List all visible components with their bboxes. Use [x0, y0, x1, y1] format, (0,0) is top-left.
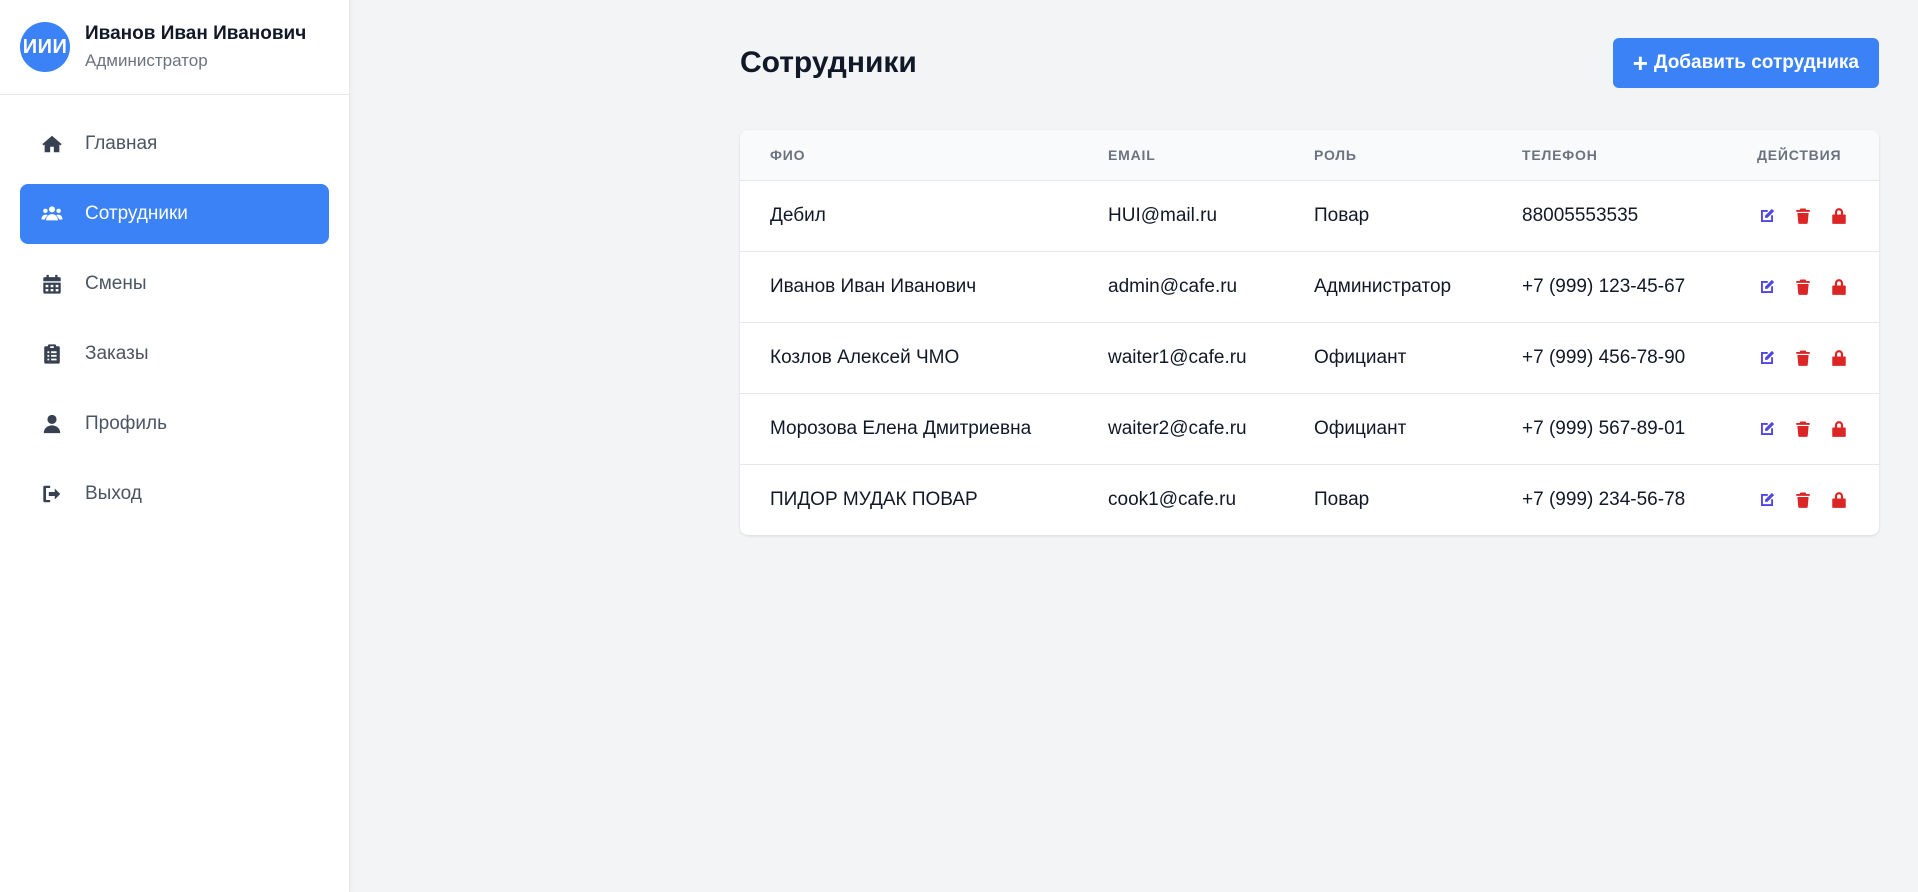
sidebar-item-orders[interactable]: Заказы	[20, 324, 329, 384]
table-row: Козлов Алексей ЧМО waiter1@cafe.ru Офици…	[740, 322, 1879, 394]
cell-email: waiter2@cafe.ru	[1078, 393, 1284, 465]
trash-icon[interactable]	[1793, 206, 1813, 226]
lock-icon[interactable]	[1829, 348, 1849, 368]
calendar-icon	[40, 272, 64, 296]
column-header-actions: ДЕЙСТВИЯ	[1727, 130, 1879, 181]
lock-icon[interactable]	[1829, 419, 1849, 439]
cell-name: Дебил	[740, 180, 1078, 252]
cell-actions	[1727, 393, 1879, 465]
row-actions	[1757, 419, 1879, 439]
cell-role: Повар	[1314, 488, 1370, 510]
row-actions	[1757, 490, 1879, 510]
app-root: ИИИ Иванов Иван Иванович Администратор Г…	[0, 0, 1918, 892]
table-row: Иванов Иван Иванович admin@cafe.ru Админ…	[740, 251, 1879, 323]
main-content: Сотрудники + Добавить сотрудника ФИО EMA…	[350, 0, 1918, 892]
column-header-email: EMAIL	[1078, 130, 1284, 181]
cell-email: waiter1@cafe.ru	[1078, 322, 1284, 394]
cell-name: Морозова Елена Дмитриевна	[740, 393, 1078, 465]
column-header-phone: ТЕЛЕФОН	[1492, 130, 1727, 181]
cell-phone: 88005553535	[1492, 180, 1727, 252]
cell-phone: +7 (999) 234-56-78	[1522, 488, 1686, 510]
sidebar-item-shifts[interactable]: Смены	[20, 254, 329, 314]
edit-icon[interactable]	[1757, 277, 1777, 297]
user-name: Иванов Иван Иванович	[85, 23, 307, 44]
trash-icon[interactable]	[1793, 419, 1813, 439]
cell-email: HUI@mail.ru	[1078, 180, 1284, 252]
sidebar-item-profile[interactable]: Профиль	[20, 394, 329, 454]
cell-actions	[1727, 464, 1879, 535]
edit-icon[interactable]	[1757, 348, 1777, 368]
sidebar-item-label: Заказы	[85, 343, 149, 364]
employees-table-card: ФИО EMAIL РОЛЬ ТЕЛЕФОН ДЕЙСТВИЯ Дебил HU…	[740, 130, 1879, 535]
add-employee-button[interactable]: + Добавить сотрудника	[1612, 38, 1879, 88]
add-employee-button-label: Добавить сотрудника	[1653, 52, 1859, 73]
user-card: ИИИ Иванов Иван Иванович Администратор	[0, 0, 349, 95]
clipboard-icon	[40, 342, 64, 366]
cell-name: Козлов Алексей ЧМО	[740, 322, 1078, 394]
sidebar-item-label: Главная	[85, 133, 158, 154]
edit-icon[interactable]	[1757, 206, 1777, 226]
cell-phone: +7 (999) 123-45-67	[1492, 251, 1727, 323]
edit-icon[interactable]	[1757, 490, 1777, 510]
sidebar-item-label: Смены	[85, 273, 147, 294]
cell-actions	[1727, 251, 1879, 323]
cell-phone: +7 (999) 456-78-90	[1492, 322, 1727, 394]
lock-icon[interactable]	[1829, 206, 1849, 226]
lock-icon[interactable]	[1829, 490, 1849, 510]
trash-icon[interactable]	[1793, 277, 1813, 297]
page-header: Сотрудники + Добавить сотрудника	[740, 38, 1879, 88]
cell-role: Официант	[1284, 393, 1492, 465]
plus-icon: +	[1632, 48, 1648, 78]
sidebar-item-employees[interactable]: Сотрудники	[20, 184, 329, 244]
table-row: Дебил HUI@mail.ru Повар 88005553535	[740, 180, 1879, 252]
cell-name: Иванов Иван Иванович	[740, 251, 1078, 323]
table-row: ПИДОР МУДАК ПОВАР cook1@cafe.ru Повар +7…	[740, 464, 1879, 535]
cell-role: Повар	[1284, 180, 1492, 252]
table-header-row: ФИО EMAIL РОЛЬ ТЕЛЕФОН ДЕЙСТВИЯ	[740, 130, 1879, 181]
column-header-name: ФИО	[740, 130, 1078, 181]
trash-icon[interactable]	[1793, 490, 1813, 510]
cell-role: Администратор	[1284, 251, 1492, 323]
cell-role: Официант	[1284, 322, 1492, 394]
cell-actions	[1727, 322, 1879, 394]
sidebar-nav: Главная Сотрудники Смены Заказы Профиль …	[0, 95, 349, 553]
cell-name: ПИДОР МУДАК ПОВАР	[770, 488, 978, 510]
sidebar-item-label: Сотрудники	[85, 203, 188, 224]
sidebar-item-label: Выход	[85, 483, 142, 504]
sidebar-item-logout[interactable]: Выход	[20, 464, 329, 524]
row-actions	[1757, 348, 1879, 368]
avatar: ИИИ	[20, 22, 70, 72]
sidebar: ИИИ Иванов Иван Иванович Администратор Г…	[0, 0, 350, 892]
row-actions	[1757, 277, 1879, 297]
cell-actions	[1727, 180, 1879, 252]
user-info: Иванов Иван Иванович Администратор	[85, 23, 306, 71]
cell-email: cook1@cafe.ru	[1108, 488, 1237, 510]
page-title: Сотрудники	[740, 46, 917, 79]
user-icon	[40, 412, 64, 436]
logout-icon	[40, 482, 64, 506]
row-actions	[1757, 206, 1879, 226]
employees-table: ФИО EMAIL РОЛЬ ТЕЛЕФОН ДЕЙСТВИЯ Дебил HU…	[740, 130, 1879, 535]
user-role: Администратор	[85, 51, 208, 70]
table-header: ФИО EMAIL РОЛЬ ТЕЛЕФОН ДЕЙСТВИЯ	[740, 130, 1879, 181]
users-icon	[40, 202, 64, 226]
lock-icon[interactable]	[1829, 277, 1849, 297]
home-icon	[40, 132, 64, 156]
sidebar-item-label: Профиль	[85, 413, 168, 434]
cell-email: admin@cafe.ru	[1078, 251, 1284, 323]
trash-icon[interactable]	[1793, 348, 1813, 368]
edit-icon[interactable]	[1757, 419, 1777, 439]
table-row: Морозова Елена Дмитриевна waiter2@cafe.r…	[740, 393, 1879, 465]
sidebar-item-home[interactable]: Главная	[20, 114, 329, 174]
cell-phone: +7 (999) 567-89-01	[1492, 393, 1727, 465]
column-header-role: РОЛЬ	[1284, 130, 1492, 181]
table-body: Дебил HUI@mail.ru Повар 88005553535 Иван…	[740, 180, 1879, 535]
